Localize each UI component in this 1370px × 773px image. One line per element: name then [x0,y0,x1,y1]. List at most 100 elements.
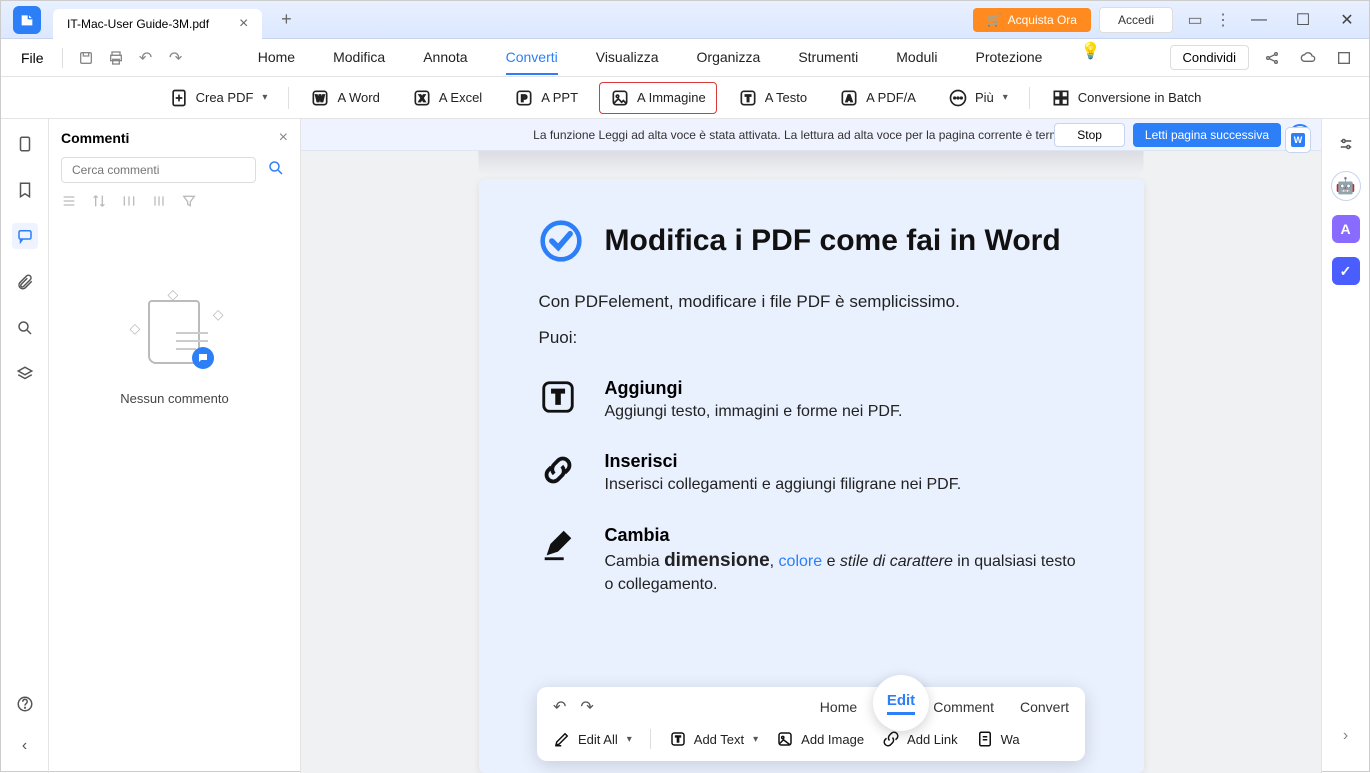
text-box-icon: T [539,378,577,416]
page-viewport[interactable]: Modifica i PDF come fai in Word Con PDFe… [301,151,1321,773]
author-filter-icon[interactable] [121,193,137,214]
print-icon[interactable] [103,45,129,71]
word-export-badge[interactable]: W [1285,127,1311,153]
svg-text:T: T [552,388,564,409]
ft-add-text[interactable]: TAdd Text ▾ [669,730,758,748]
tab-organize[interactable]: Organizza [697,41,761,75]
search-comments-input[interactable] [61,157,256,183]
share-button[interactable]: Condividi [1170,45,1249,70]
left-rail: ‹ [1,119,49,773]
thumbnails-icon[interactable] [12,131,38,157]
read-aloud-notice: La funzione Leggi ad alta voce è stata a… [301,119,1321,151]
tab-forms[interactable]: Moduli [896,41,937,75]
search-icon[interactable] [264,159,288,182]
word-icon: W [310,88,330,108]
close-window-button[interactable]: ✕ [1325,1,1369,39]
empty-text: Nessun commento [120,391,228,406]
create-pdf-button[interactable]: Crea PDF▾ [158,82,279,114]
ft-add-image[interactable]: Add Image [776,730,864,748]
redo-icon[interactable]: ↷ [163,45,189,71]
empty-illustration-icon: ◇ ◇ ◇ [130,290,220,375]
to-excel-button[interactable]: X A Excel [401,82,493,114]
minimize-button[interactable]: — [1237,1,1281,39]
buy-label: Acquista Ora [1008,13,1077,27]
feat1-desc: Aggiungi testo, immagini e forme nei PDF… [605,401,903,423]
to-word-button[interactable]: W A Word [299,82,390,114]
collapse-left-icon[interactable]: ‹ [12,733,38,759]
tab-protect[interactable]: Protezione [976,41,1043,75]
ft-tab-convert[interactable]: Convert [1020,699,1069,715]
ft-add-link[interactable]: Add Link [882,730,958,748]
login-button[interactable]: Accedi [1099,7,1173,33]
document-tab[interactable]: IT-Mac-User Guide-3M.pdf × [53,9,262,39]
to-pdfa-button[interactable]: A A PDF/A [828,82,927,114]
feat3-desc: Cambia dimensione, colore e stile di car… [605,548,1084,597]
batch-convert-button[interactable]: Conversione in Batch [1040,82,1213,114]
tab-tools[interactable]: Strumenti [798,41,858,75]
message-icon[interactable]: ▭ [1181,6,1209,34]
intro-2: Puoi: [539,325,1084,351]
comment-filters [61,191,288,220]
stop-reading-button[interactable]: Stop [1054,123,1125,147]
adjustments-icon[interactable] [1333,131,1359,157]
ft-tab-home[interactable]: Home [820,699,857,715]
read-next-page-button[interactable]: Letti pagina successiva [1133,123,1281,147]
heading-text: Modifica i PDF come fai in Word [605,224,1061,258]
layers-icon[interactable] [12,361,38,387]
more-convert-button[interactable]: Più▾ [937,82,1019,114]
to-ppt-button[interactable]: P A PPT [503,82,589,114]
label: A Testo [765,90,807,105]
tab-annotate[interactable]: Annota [423,41,467,75]
to-text-button[interactable]: T A Testo [727,82,818,114]
ai-assist-icon[interactable]: A [1332,215,1360,243]
bookmarks-icon[interactable] [12,177,38,203]
file-menu[interactable]: File [13,50,52,66]
comments-panel: Commenti × ◇ ◇ ◇ [49,119,301,773]
search-rail-icon[interactable] [12,315,38,341]
tips-icon[interactable]: 💡 [1080,41,1100,75]
type-filter-icon[interactable] [151,193,167,214]
svg-text:X: X [419,93,426,103]
ft-edit-all[interactable]: Edit All ▾ [553,730,632,748]
ft-undo-icon[interactable]: ↶ [553,697,566,717]
share-network-icon[interactable] [1259,45,1285,71]
image-icon [610,88,630,108]
tab-modify[interactable]: Modifica [333,41,385,75]
to-image-button[interactable]: A Immagine [599,82,717,114]
feat1-title: Aggiungi [605,378,903,399]
label: A Excel [439,90,482,105]
edit-tab-bubble[interactable]: Edit [873,675,929,731]
attachments-icon[interactable] [12,269,38,295]
cloud-icon[interactable] [1295,45,1321,71]
add-tab-button[interactable]: + [274,9,298,30]
tab-view[interactable]: Visualizza [596,41,659,75]
chevron-down-icon: ▾ [1003,92,1008,103]
ai-chat-icon[interactable]: 🤖 [1331,171,1361,201]
tab-home[interactable]: Home [258,41,295,75]
close-panel-icon[interactable]: × [279,129,288,147]
excel-icon: X [412,88,432,108]
more-dots-icon [948,88,968,108]
close-tab-icon[interactable]: × [239,15,248,33]
save-icon[interactable] [73,45,99,71]
ft-redo-icon[interactable]: ↷ [580,697,593,717]
tab-convert[interactable]: Converti [506,41,558,75]
ft-tab-comment[interactable]: Comment [933,699,994,715]
collapse-right-icon[interactable]: › [1333,723,1359,749]
create-pdf-icon [169,88,189,108]
convert-toolbar: Crea PDF▾ W A Word X A Excel P A PPT A I… [1,77,1369,119]
verify-icon[interactable]: ✓ [1332,257,1360,285]
buy-now-button[interactable]: 🛒 Acquista Ora [973,8,1091,32]
undo-icon[interactable]: ↶ [133,45,159,71]
text-icon: T [738,88,758,108]
list-view-icon[interactable] [61,193,77,214]
help-icon[interactable] [12,691,38,717]
sort-icon[interactable] [91,193,107,214]
ft-watermark[interactable]: Wa [976,730,1020,748]
more-icon[interactable]: ⋮ [1209,6,1237,34]
comments-rail-icon[interactable] [12,223,38,249]
fullscreen-icon[interactable] [1331,45,1357,71]
maximize-button[interactable]: ☐ [1281,1,1325,39]
titlebar: IT-Mac-User Guide-3M.pdf × + 🛒 Acquista … [1,1,1369,39]
filter-icon[interactable] [181,193,197,214]
